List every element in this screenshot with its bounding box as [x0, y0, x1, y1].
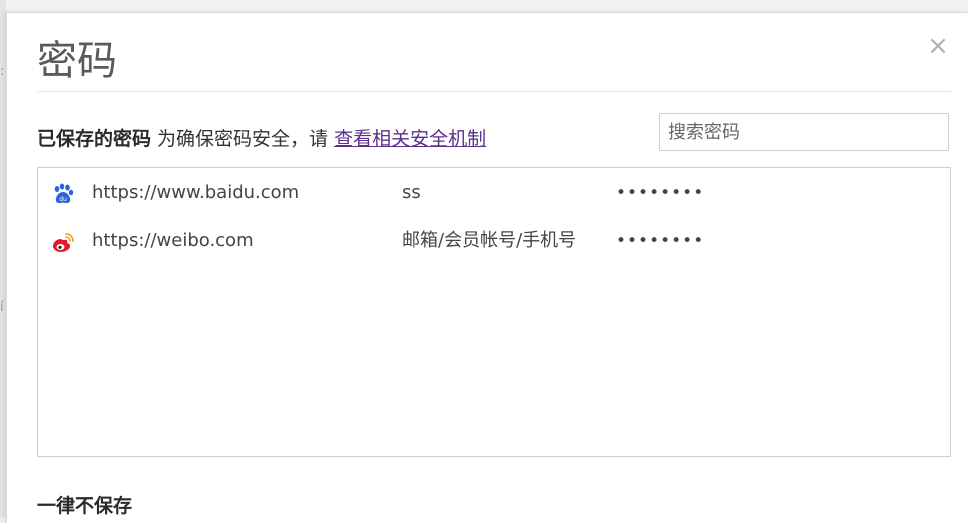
password-row-baidu[interactable]: du https://www.baidu.com ss •••••••• [38, 169, 950, 217]
masked-password: •••••••• [616, 231, 705, 251]
saved-passwords-header: 已保存的密码 为确保密码安全，请 查看相关安全机制 [37, 126, 486, 152]
backdrop-text-fragment: : [0, 64, 5, 79]
baidu-paw-icon: du [54, 183, 74, 204]
password-dialog: 密码 × 已保存的密码 为确保密码安全，请 查看相关安全机制 du https:… [6, 12, 968, 523]
username: ss [402, 182, 421, 203]
site-url: https://www.baidu.com [92, 182, 300, 203]
site-url: https://weibo.com [92, 230, 254, 251]
security-note: 为确保密码安全，请 [151, 128, 335, 150]
never-save-heading: 一律不保存 [37, 495, 133, 517]
saved-passwords-heading: 已保存的密码 [37, 128, 152, 150]
search-password-input[interactable] [659, 113, 949, 151]
username: 邮箱/会员帐号/手机号 [402, 230, 577, 251]
masked-password: •••••••• [616, 183, 705, 203]
password-row-weibo[interactable]: https://weibo.com 邮箱/会员帐号/手机号 •••••••• [38, 217, 950, 265]
svg-text:du: du [59, 196, 67, 203]
saved-password-list: du https://www.baidu.com ss •••••••• htt… [37, 167, 951, 457]
dialog-title: 密码 [37, 38, 117, 84]
weibo-icon [53, 233, 74, 252]
backdrop-text-fragment: í [0, 300, 4, 315]
security-mechanism-link[interactable]: 查看相关安全机制 [334, 128, 486, 150]
close-icon[interactable]: × [927, 33, 949, 59]
title-divider [37, 91, 951, 92]
